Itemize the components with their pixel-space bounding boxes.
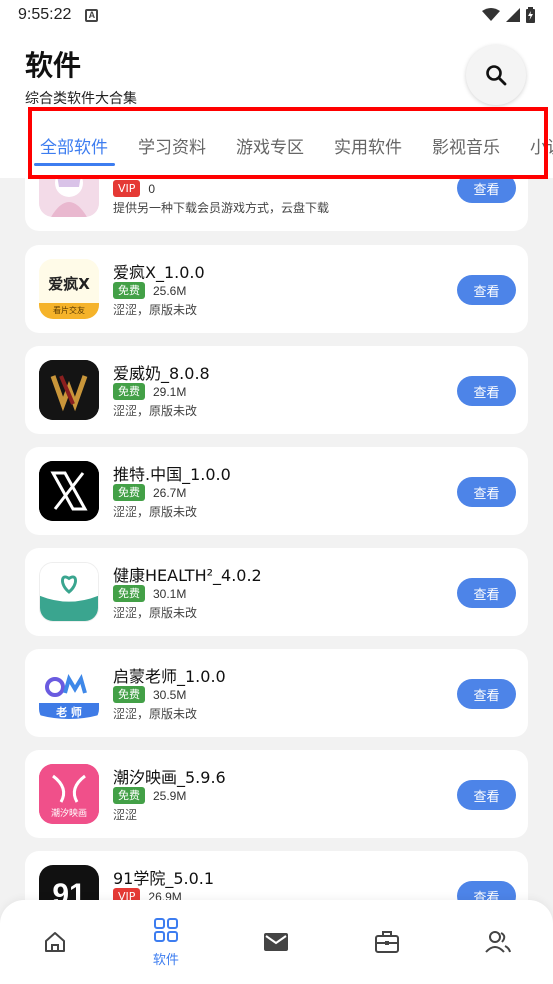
home-icon [45,932,66,952]
app-card[interactable]: 老 师 启蒙老师_1.0.0 免费 30.5M 涩涩，原版未改 查看 [25,649,528,737]
view-button[interactable]: 查看 [457,477,516,507]
app-size: 30.1M [153,586,187,601]
view-button[interactable]: 查看 [457,780,516,810]
page-header: 软件 综合类软件大合集 全部软件 学习资料 游戏专区 实用软件 影视音乐 小说 [0,30,553,179]
tab-all-software[interactable]: 全部软件 [0,130,123,166]
app-meta: 免费 30.5M [113,686,186,703]
app-desc: 提供另一种下载会员游戏方式，云盘下载 [113,201,330,215]
wifi-icon [482,8,500,21]
tab-novels[interactable]: 小说 [515,130,553,166]
app-card[interactable]: 爱威奶_8.0.8 免费 29.1M 涩涩，原版未改 查看 [25,346,528,434]
view-button[interactable]: 查看 [457,376,516,406]
aifeng-logo-sub: 看片交友 [53,306,85,315]
app-card[interactable]: 推特.中国_1.0.0 免费 26.7M 涩涩，原版未改 查看 [25,447,528,535]
free-badge: 免费 [113,484,145,501]
app-desc: 涩涩，原版未改 [113,404,198,418]
app-name: 健康HEALTH²_4.0.2 [113,566,262,585]
nav-software[interactable]: 软件 [111,900,222,984]
chaoxi-app-icon: 潮汐映画 [39,764,99,824]
category-tabs: 全部软件 学习资料 游戏专区 实用软件 影视音乐 小说 [0,130,553,166]
nav-home[interactable] [0,900,111,984]
view-button[interactable]: 查看 [457,275,516,305]
app-size: 0 [148,181,156,196]
app-name: 91学院_5.0.1 [113,869,215,888]
page-title: 软件 [25,49,82,82]
app-name: 爱疯X_1.0.0 [113,263,205,282]
app-card[interactable]: 健康HEALTH²_4.0.2 免费 30.1M 涩涩，原版未改 查看 [25,548,528,636]
tab-study-materials[interactable]: 学习资料 [123,130,221,166]
aifeng-logo-text: 爱疯X [48,275,90,293]
app-meta: 免费 26.7M [113,484,186,501]
nav-messages[interactable] [221,900,332,984]
app-desc: 涩涩 [113,808,138,822]
tab-film-music[interactable]: 影视音乐 [417,130,515,166]
app-size: 29.1M [153,384,187,399]
nav-software-label: 软件 [152,952,179,968]
free-badge: 免费 [113,282,145,299]
x-logo-icon [39,461,99,521]
grid-apps-icon [153,917,178,942]
app-desc: 涩涩，原版未改 [113,303,198,317]
nav-toolbox[interactable] [332,900,443,984]
app-name: 潮汐映画_5.9.6 [113,768,226,787]
app-size: 25.9M [153,788,187,803]
teacher-logo-text: 老 师 [56,706,82,719]
view-button[interactable]: 查看 [457,679,516,709]
app-name: 推特.中国_1.0.0 [113,465,231,484]
mail-icon [264,933,289,951]
app-meta: VIP 0 [113,180,155,197]
aifeng-app-icon: 爱疯X 看片交友 [39,259,99,319]
app-size: 30.5M [153,687,187,702]
notification-a-icon: A [85,8,99,22]
vip-badge: VIP [113,180,141,197]
teacher-app-icon: 老 师 [39,663,99,723]
aiweinai-app-icon [39,360,99,420]
app-size: 25.6M [153,283,187,298]
free-badge: 免费 [113,686,145,703]
health-app-icon [39,562,99,622]
app-meta: 免费 25.6M [113,282,186,299]
app-card[interactable]: 潮汐映画 潮汐映画_5.9.6 免费 25.9M 涩涩 查看 [25,750,528,838]
signal-icon [506,8,520,22]
app-name: 启蒙老师_1.0.0 [113,667,226,686]
app-desc: 涩涩，原版未改 [113,707,198,721]
free-badge: 免费 [113,383,145,400]
tab-utilities[interactable]: 实用软件 [319,130,417,166]
battery-icon [526,7,535,23]
free-badge: 免费 [113,787,145,804]
app-name: 爱威奶_8.0.8 [113,364,210,383]
tab-games[interactable]: 游戏专区 [221,130,319,166]
view-button[interactable]: 查看 [457,578,516,608]
bottom-nav: 软件 [0,900,553,984]
free-badge: 免费 [113,585,145,602]
chaoxi-logo-text: 潮汐映画 [50,809,87,819]
status-time: 9:55:22 [18,6,72,23]
app-meta: 免费 25.9M [113,787,186,804]
search-icon [486,65,507,86]
status-bar: 9:55:22 A [0,0,553,30]
users-icon [484,931,511,953]
app-meta: 免费 30.1M [113,585,186,602]
search-button[interactable] [466,45,526,105]
app-card[interactable]: 爱疯X 看片交友 爱疯X_1.0.0 免费 25.6M 涩涩，原版未改 查看 [25,245,528,333]
app-meta: 免费 29.1M [113,383,186,400]
toolbox-icon [375,931,400,953]
app-desc: 涩涩，原版未改 [113,606,198,620]
app-desc: 涩涩，原版未改 [113,505,198,519]
page-subtitle: 综合类软件大合集 [25,91,137,107]
nav-profile[interactable] [442,900,553,984]
app-size: 26.7M [153,485,187,500]
